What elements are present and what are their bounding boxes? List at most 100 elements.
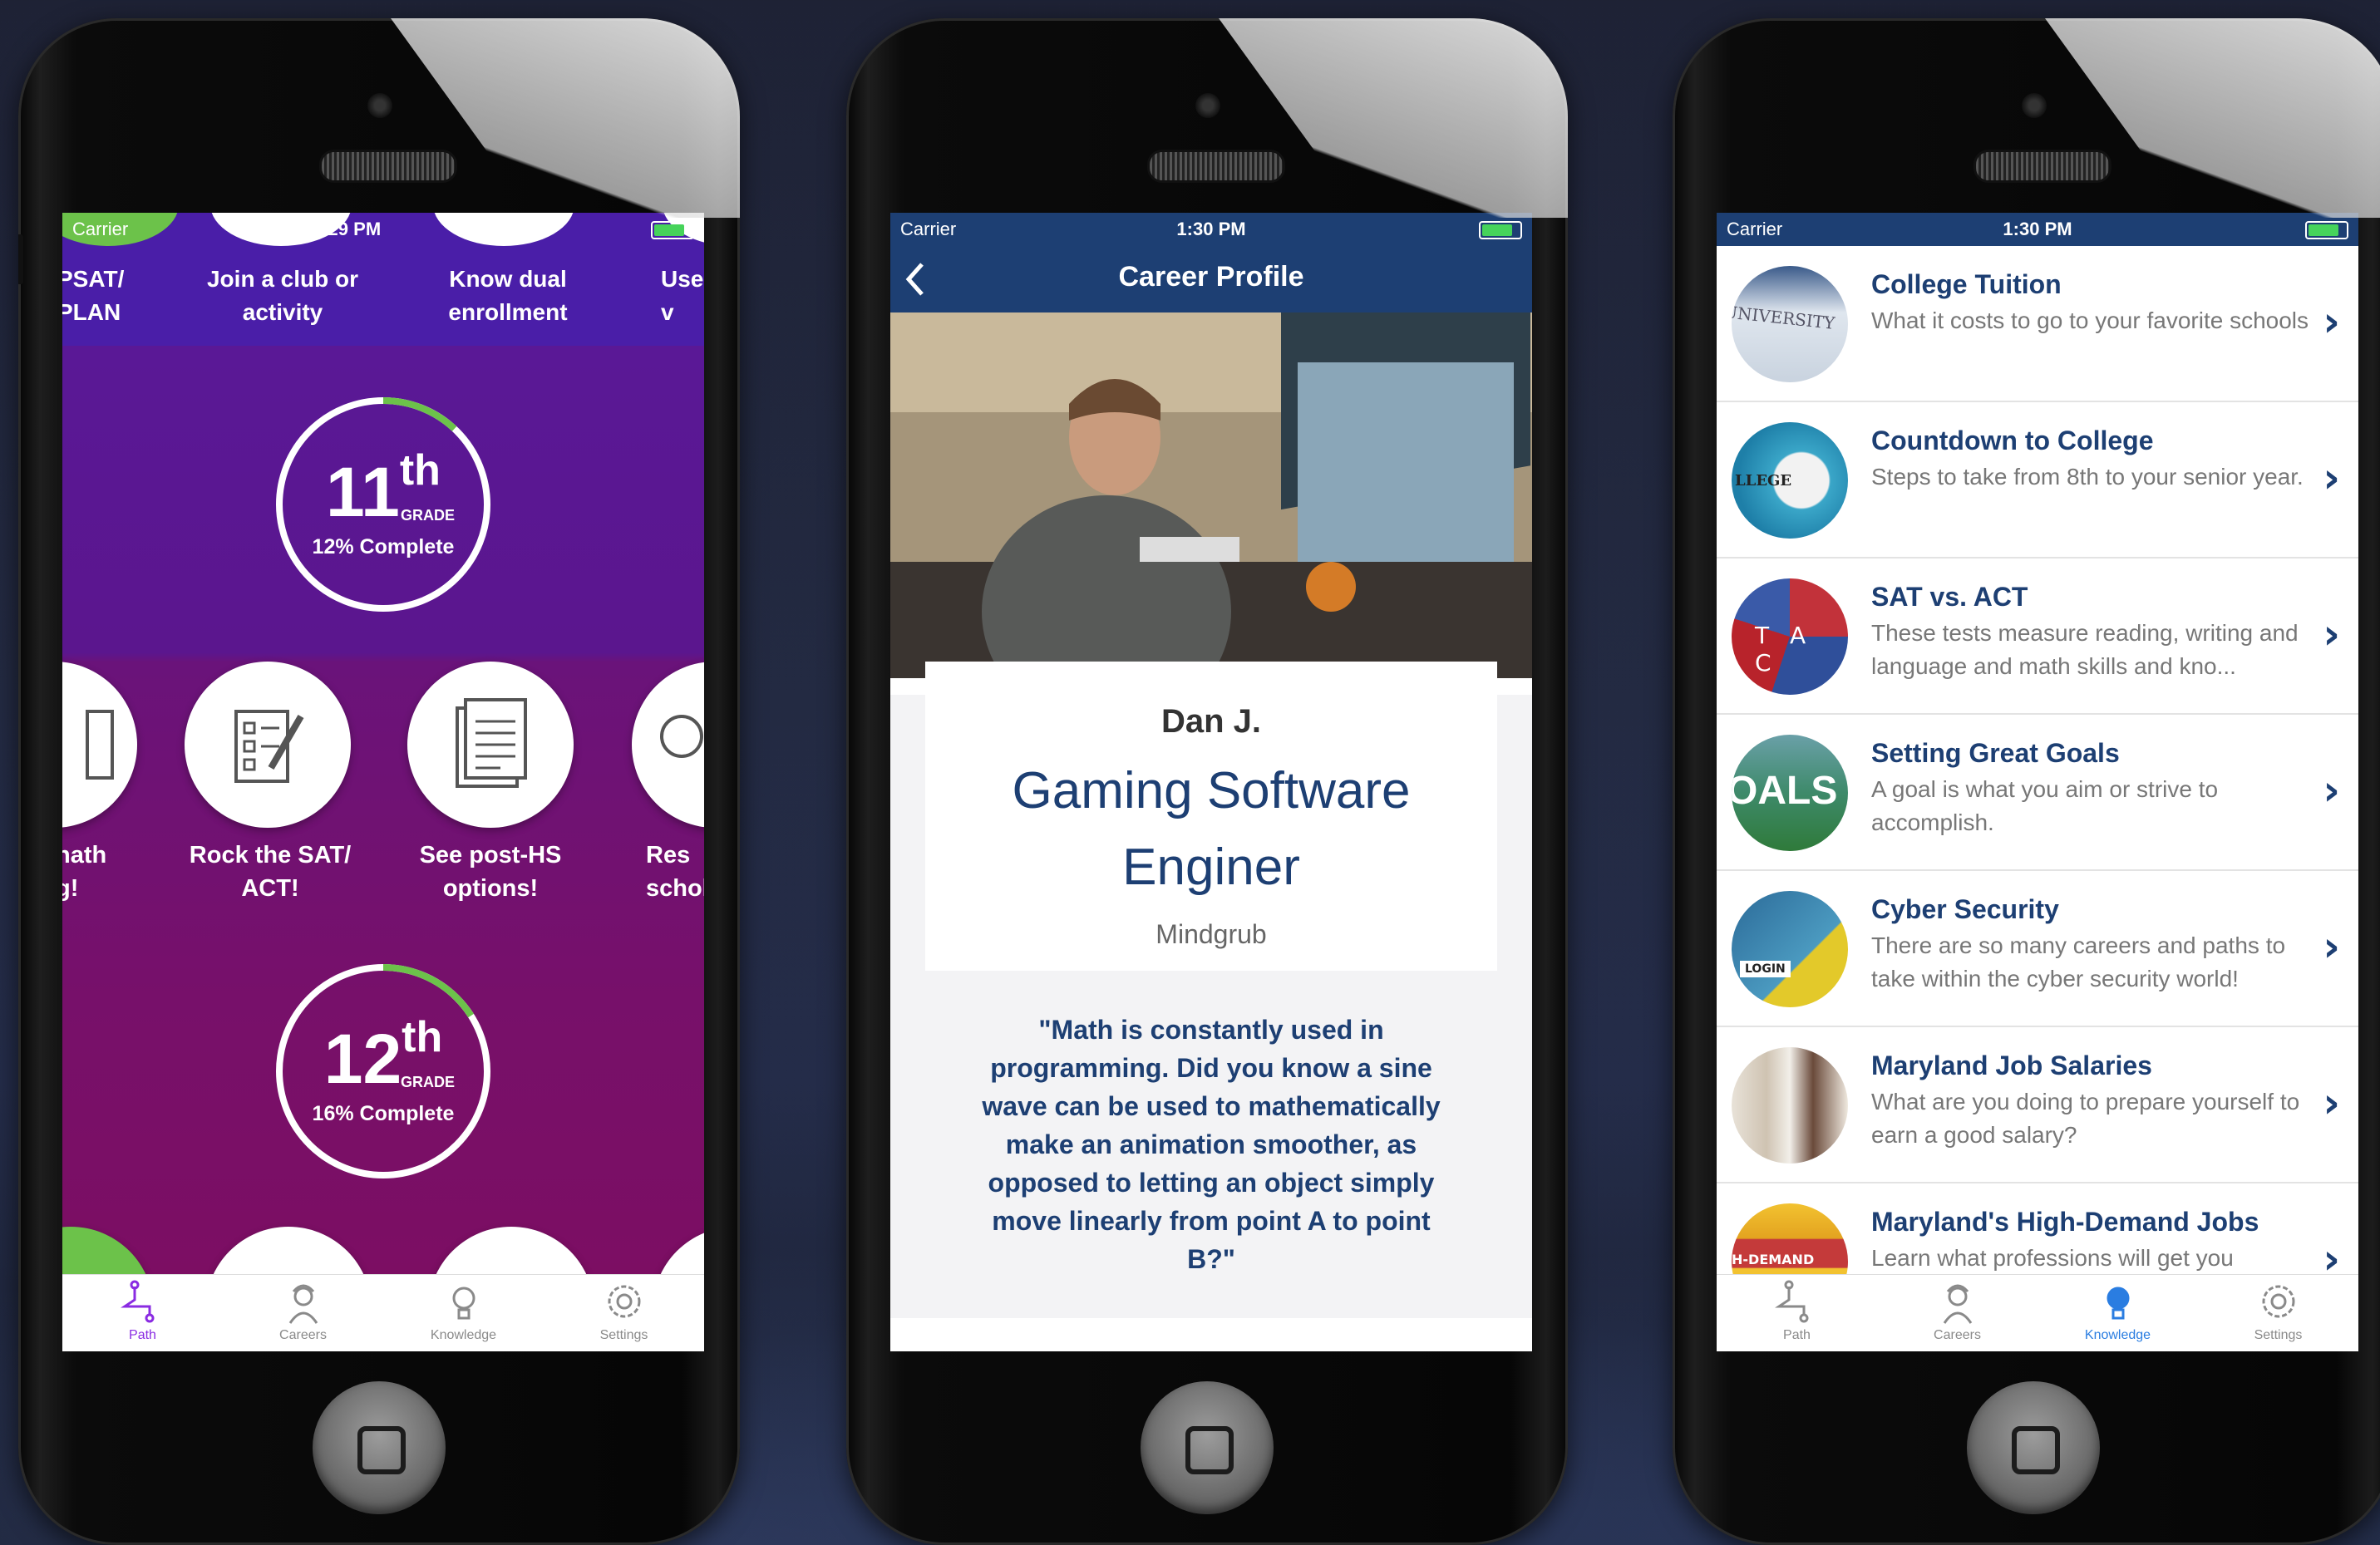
status-time: 1:30 PM xyxy=(1176,219,1246,239)
chevron-right-icon: › xyxy=(2323,766,2340,814)
tab-settings[interactable]: Settings xyxy=(2198,1275,2358,1351)
checklist-icon xyxy=(86,710,114,780)
grade-suffix: th xyxy=(399,446,441,494)
tab-knowledge[interactable]: Knowledge xyxy=(2038,1275,2198,1351)
activity-scholarship-circle[interactable] xyxy=(632,662,704,828)
thumbnail: UNIVERSITY xyxy=(1732,266,1848,382)
activity-sat-circle[interactable] xyxy=(185,662,351,828)
grade-percent: 12% Complete xyxy=(312,535,455,558)
grade-path: 11th GRADE 12% Complete nath g! Rock the… xyxy=(62,346,704,1351)
status-bar: Carrier 1:30 PM xyxy=(1717,213,2358,246)
tab-careers[interactable]: Careers xyxy=(1877,1275,2038,1351)
carrier-label: Carrier xyxy=(72,219,129,239)
tab-label: Settings xyxy=(2254,1328,2303,1342)
knowledge-item-job-salaries[interactable]: Maryland Job Salaries What are you doing… xyxy=(1717,1027,2358,1183)
grade-label: GRADE xyxy=(401,507,456,524)
tab-label: Path xyxy=(1783,1328,1811,1342)
phone-career-profile: Carrier 1:30 PM Career Profile Dan J. Ga… xyxy=(846,18,1568,1545)
profile-card: Dan J. Gaming Software Enginer Mindgrub xyxy=(925,662,1497,971)
camera-icon xyxy=(367,93,392,118)
knowledge-item-college-tuition[interactable]: UNIVERSITY College Tuition What it costs… xyxy=(1717,246,2358,402)
path-icon xyxy=(1774,1280,1808,1323)
item-title: Maryland Job Salaries xyxy=(1871,1051,2152,1080)
tab-careers[interactable]: Careers xyxy=(223,1275,383,1351)
company-name: Mindgrub xyxy=(1156,919,1267,949)
knowledge-item-goals[interactable]: OALS Setting Great Goals A goal is what … xyxy=(1717,715,2358,871)
tab-path[interactable]: Path xyxy=(62,1275,223,1351)
chevron-right-icon: › xyxy=(2323,298,2340,346)
item-title: Maryland's High-Demand Jobs xyxy=(1871,1207,2259,1237)
item-subtitle: What are you doing to prepare yourself t… xyxy=(1871,1089,2300,1148)
item-title: College Tuition xyxy=(1871,269,2062,299)
battery-icon xyxy=(2305,221,2348,239)
tab-knowledge[interactable]: Knowledge xyxy=(383,1275,544,1351)
gear-icon xyxy=(608,1285,640,1318)
tab-label: Knowledge xyxy=(430,1328,497,1342)
tab-path[interactable]: Path xyxy=(1717,1275,1877,1351)
chevron-right-icon: › xyxy=(2323,1079,2340,1127)
thumbnail: OALS xyxy=(1732,735,1848,851)
grade-12-ring[interactable]: 12th GRADE 16% Complete xyxy=(274,962,492,1180)
tab-label: Path xyxy=(129,1328,156,1342)
chevron-right-icon: › xyxy=(2323,923,2340,971)
item-title: Setting Great Goals xyxy=(1871,738,2120,768)
status-bar: Carrier 1:29 PM xyxy=(62,213,704,246)
home-button[interactable] xyxy=(313,1381,446,1514)
home-button[interactable] xyxy=(1967,1381,2100,1514)
knowledge-item-sat-act[interactable]: T A C SAT vs. ACT These tests measure re… xyxy=(1717,558,2358,715)
speaker-grille xyxy=(1147,150,1285,183)
activity-math-circle[interactable] xyxy=(62,662,137,828)
lightbulb-icon xyxy=(2107,1287,2129,1320)
chevron-right-icon: › xyxy=(2323,610,2340,658)
milestone-use[interactable]: Use v xyxy=(661,263,703,329)
item-subtitle: A goal is what you aim or strive to acco… xyxy=(1871,776,2219,835)
activity-sat-label: Rock the SAT/ ACT! xyxy=(189,842,352,902)
item-title: SAT vs. ACT xyxy=(1871,582,2028,612)
gear-icon xyxy=(2262,1285,2294,1318)
tab-label: Careers xyxy=(1934,1328,1981,1342)
test-form-icon xyxy=(234,710,304,783)
tab-label: Knowledge xyxy=(2084,1328,2151,1342)
status-bar: Carrier 1:30 PM xyxy=(890,213,1532,246)
worker-icon xyxy=(288,1284,318,1324)
camera-icon xyxy=(1195,93,1220,118)
grade-number: 12 xyxy=(323,1020,402,1098)
tab-settings[interactable]: Settings xyxy=(544,1275,704,1351)
thumbnail: LLEGE xyxy=(1732,422,1848,539)
screen: Carrier 1:30 PM Career Profile Dan J. Ga… xyxy=(890,213,1532,1351)
speaker-grille xyxy=(1973,150,2111,183)
screen: Carrier 1:29 PM PSAT/ PLAN Join a club o… xyxy=(62,213,704,1351)
item-subtitle: These tests measure reading, writing and… xyxy=(1871,620,2299,679)
knowledge-item-cyber-security[interactable]: LOGIN Cyber Security There are so many c… xyxy=(1717,871,2358,1027)
person-name: Dan J. xyxy=(1160,703,1262,740)
profile-photo xyxy=(890,312,1532,678)
thumbnail xyxy=(1732,1047,1848,1164)
milestone-dual-enrollment[interactable]: Know dual enrollment xyxy=(416,263,599,329)
grade-number: 11 xyxy=(326,453,400,531)
photo-illustration xyxy=(890,312,1532,678)
battery-icon xyxy=(1479,221,1522,239)
grade-label: GRADE xyxy=(401,1074,456,1090)
knowledge-item-countdown[interactable]: LLEGE Countdown to College Steps to take… xyxy=(1717,402,2358,558)
activity-math-label: nath g! xyxy=(62,842,107,902)
item-title: Countdown to College xyxy=(1871,426,2154,455)
speaker-grille xyxy=(319,150,457,183)
nav-title: Career Profile xyxy=(1118,261,1304,293)
tab-label: Settings xyxy=(599,1328,648,1342)
award-icon xyxy=(660,715,703,758)
item-subtitle: What it costs to go to your favorite sch… xyxy=(1871,308,2309,333)
profile-quote: "Math is constantly used in programming.… xyxy=(982,1015,1441,1274)
milestone-join-club[interactable]: Join a club or activity xyxy=(195,263,370,329)
home-button[interactable] xyxy=(1141,1381,1274,1514)
grade-percent: 16% Complete xyxy=(312,1102,455,1125)
milestone-psat[interactable]: PSAT/ PLAN xyxy=(62,263,124,329)
grade-suffix: th xyxy=(402,1013,443,1061)
grade-11-ring[interactable]: 11th GRADE 12% Complete xyxy=(274,396,492,613)
phone-path: Carrier 1:29 PM PSAT/ PLAN Join a club o… xyxy=(18,18,740,1545)
chevron-right-icon: › xyxy=(2323,454,2340,502)
status-time: 1:30 PM xyxy=(2003,219,2072,239)
status-time: 1:29 PM xyxy=(312,219,382,239)
activity-post-hs-circle[interactable] xyxy=(407,662,574,828)
path-icon xyxy=(120,1280,154,1323)
item-subtitle: Steps to take from 8th to your senior ye… xyxy=(1871,464,2304,490)
